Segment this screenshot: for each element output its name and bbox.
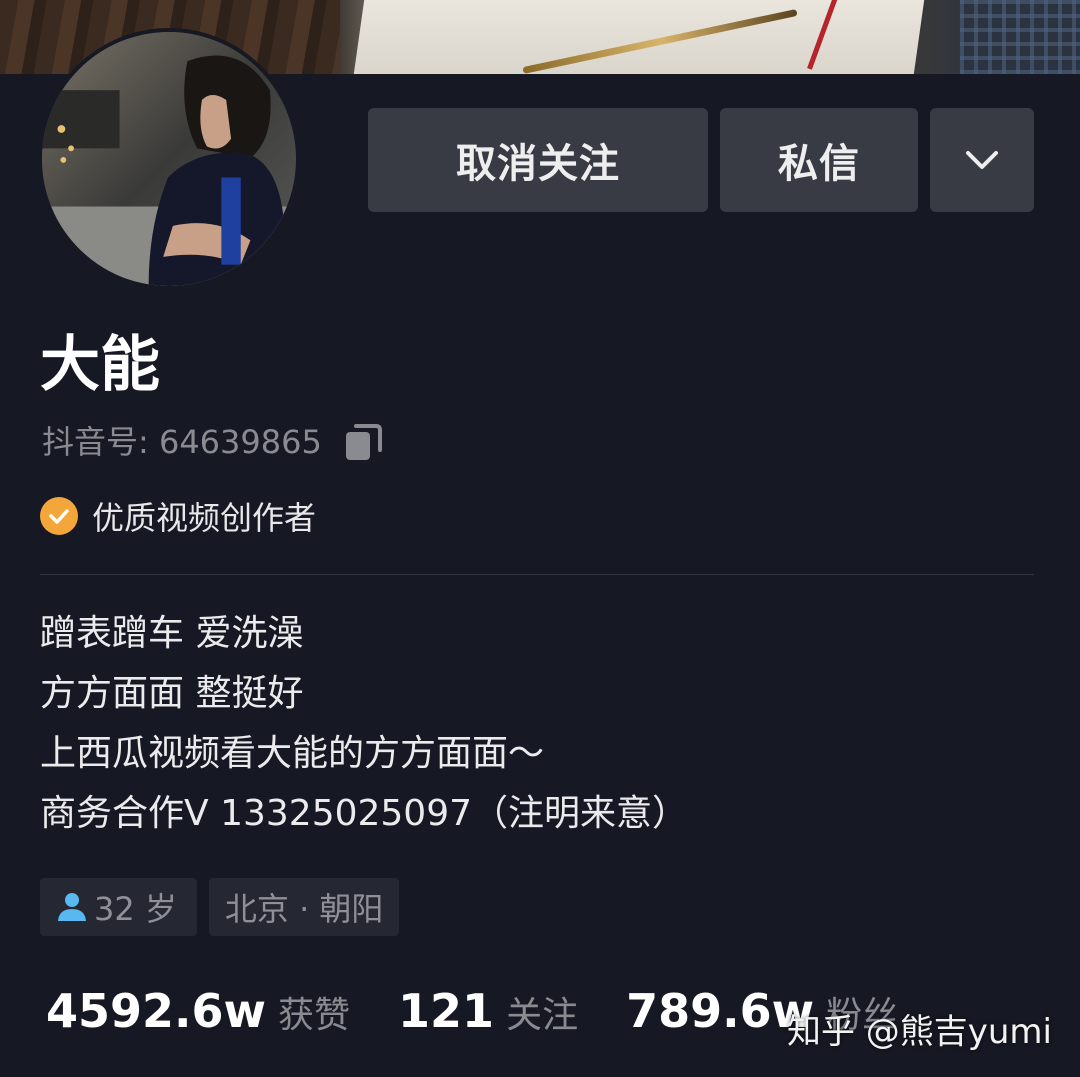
person-icon xyxy=(58,893,86,921)
likes-stat[interactable]: 4592.6w 获赞 xyxy=(46,984,350,1038)
following-stat[interactable]: 121 关注 xyxy=(398,984,578,1038)
location-label: 北京 · 朝阳 xyxy=(224,890,384,928)
message-label: 私信 xyxy=(778,141,860,187)
douyin-id: 抖音号: 64639865 xyxy=(42,420,386,464)
likes-count: 4592.6w xyxy=(46,984,267,1038)
more-button[interactable] xyxy=(930,108,1034,212)
age-label: 32 岁 xyxy=(94,890,177,928)
unfollow-label: 取消关注 xyxy=(456,141,620,187)
likes-label: 获赞 xyxy=(278,995,351,1036)
douyin-id-text: 抖音号: 64639865 xyxy=(42,423,322,461)
bio-line: 蹭表蹭车 爱洗澡 xyxy=(40,613,304,654)
verified-label: 优质视频创作者 xyxy=(92,499,317,537)
message-button[interactable]: 私信 xyxy=(720,108,918,212)
watermark: 知乎 @熊吉yumi xyxy=(786,1012,1052,1052)
following-label: 关注 xyxy=(506,995,579,1036)
location-tag: 北京 · 朝阳 xyxy=(208,878,400,936)
bio-line: 上西瓜视频看大能的方方面面～ xyxy=(40,733,545,774)
avatar[interactable] xyxy=(38,28,300,290)
avatar-photo xyxy=(42,32,296,286)
verified-badge-icon xyxy=(40,497,78,535)
bio-line: 方方面面 整挺好 xyxy=(40,673,304,714)
following-count: 121 xyxy=(398,984,495,1038)
cover-paper xyxy=(352,0,928,74)
cover-plaid-fabric xyxy=(960,0,1080,74)
divider xyxy=(40,574,1034,575)
copy-icon[interactable] xyxy=(342,420,386,464)
profile-page: 取消关注 私信 大能 抖音号: 64639865 优质视频创作者 蹭表蹭车 爱洗… xyxy=(0,0,1080,1077)
chevron-down-icon xyxy=(966,151,998,169)
bio-line: 商务合作V 13325025097（注明来意） xyxy=(40,793,689,834)
nickname: 大能 xyxy=(40,330,160,400)
verified-creator[interactable]: 优质视频创作者 xyxy=(40,494,316,538)
bio: 蹭表蹭车 爱洗澡 方方面面 整挺好 上西瓜视频看大能的方方面面～ 商务合作V 1… xyxy=(40,604,688,844)
unfollow-button[interactable]: 取消关注 xyxy=(368,108,708,212)
profile-tags: 32 岁 北京 · 朝阳 xyxy=(40,878,411,936)
age-tag: 32 岁 xyxy=(40,878,197,936)
followers-count: 789.6w xyxy=(626,984,815,1038)
